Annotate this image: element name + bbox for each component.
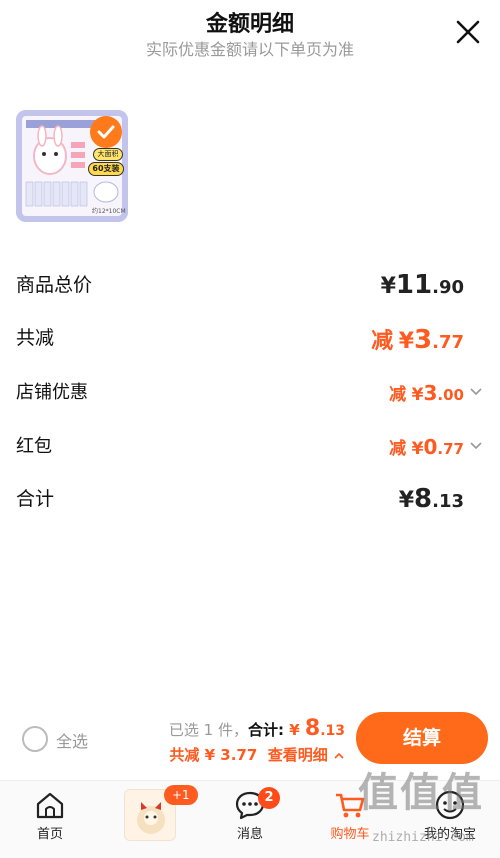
tab-home-label: 首页: [36, 827, 63, 842]
subtotal-value: ¥8.13: [398, 484, 464, 514]
subtotal-row: 合计 ¥8.13: [16, 484, 484, 520]
shop-discount-label: 店铺优惠: [16, 382, 88, 403]
shop-discount-value: 减 ¥3.00: [389, 381, 464, 405]
savings-summary[interactable]: 共减 ¥ 3.77 查看明细: [169, 744, 345, 765]
total-discount-row: 共减 减 ¥3.77: [16, 323, 484, 359]
select-all-radio[interactable]: [22, 726, 48, 752]
total-discount-value: 减 ¥3.77: [371, 325, 464, 355]
close-icon[interactable]: [454, 18, 482, 46]
total-amount: ¥ 8.13: [289, 716, 345, 741]
tab-promo[interactable]: +1: [100, 781, 200, 858]
message-badge: 2: [258, 787, 280, 809]
chevron-down-icon[interactable]: [468, 384, 484, 400]
product-size: 约12*10CM: [92, 208, 126, 215]
tab-messages-label: 消息: [236, 827, 263, 842]
product-badge: 大面积: [93, 148, 123, 161]
select-all-label[interactable]: 全选: [56, 728, 88, 752]
promo-badge: +1: [164, 785, 198, 805]
savings-text: 共减 ¥ 3.77: [169, 746, 258, 764]
red-packet-row[interactable]: 红包 减 ¥0.77: [16, 432, 484, 468]
tab-home[interactable]: 首页: [0, 781, 100, 858]
chevron-down-icon[interactable]: [468, 438, 484, 454]
red-packet-label: 红包: [16, 436, 52, 457]
tab-messages[interactable]: 2 消息: [200, 781, 300, 858]
product-count: 60支装: [88, 162, 124, 176]
shop-discount-row[interactable]: 店铺优惠 减 ¥3.00: [16, 378, 484, 414]
details-link[interactable]: 查看明细: [268, 746, 328, 764]
page-title: 金额明细: [205, 12, 294, 37]
goods-total-value: ¥11.90: [380, 270, 464, 300]
selected-summary: 已选 1 件，合计: ¥ 8.13: [169, 716, 345, 741]
page-subtitle: 实际优惠金额请以下单页为准: [145, 40, 354, 59]
watermark-url: zhizhizhi.com: [372, 830, 474, 845]
modal-header: 金额明细 实际优惠金额请以下单页为准: [0, 0, 500, 70]
home-icon: [36, 792, 64, 819]
total-label: 合计:: [247, 721, 290, 739]
goods-total-label: 商品总价: [16, 274, 93, 296]
subtotal-label: 合计: [16, 488, 55, 510]
goods-total-row: 商品总价 ¥11.90: [16, 270, 484, 306]
selected-count: 已选 1 件，: [168, 721, 248, 739]
total-discount-label: 共减: [16, 327, 55, 349]
watermark-logo: 值值值: [358, 770, 484, 816]
check-icon[interactable]: [90, 116, 122, 148]
chevron-up-icon[interactable]: [333, 750, 345, 762]
red-packet-value: 减 ¥0.77: [389, 435, 464, 459]
checkout-button[interactable]: 结算: [356, 712, 488, 764]
